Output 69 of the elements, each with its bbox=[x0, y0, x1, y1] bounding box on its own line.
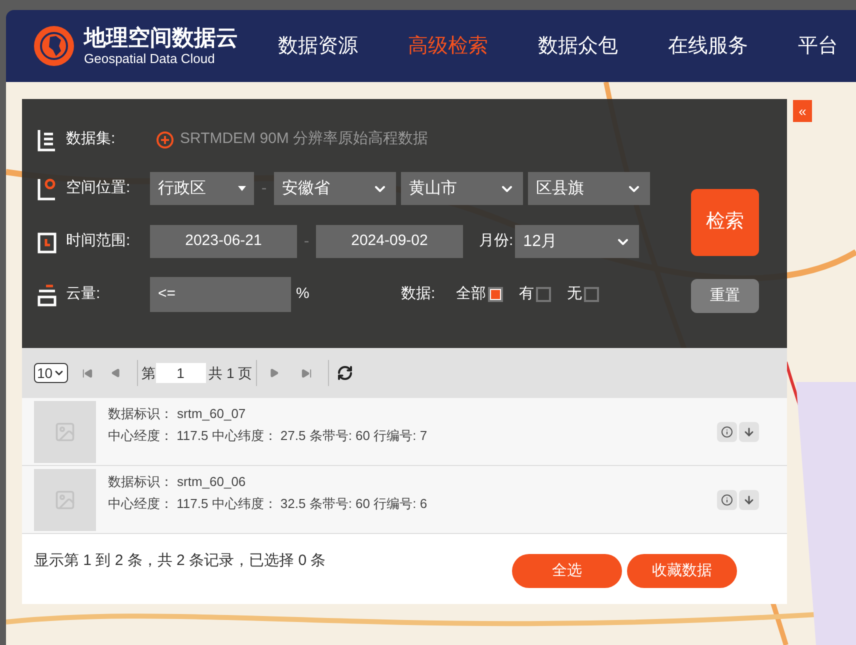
region-type-select[interactable]: 行政区 bbox=[150, 172, 254, 205]
info-icon bbox=[721, 426, 733, 438]
next-page-icon[interactable] bbox=[269, 368, 280, 378]
refresh-icon[interactable] bbox=[337, 365, 354, 381]
cloud-field[interactable]: <= bbox=[150, 277, 291, 312]
data-details: 中心经度： 117.5 中心纬度： 32.5 条带号: 60 行编号: 6 bbox=[108, 494, 428, 512]
map-pin-icon bbox=[36, 176, 58, 200]
dataset-name: SRTMDEM 90M 分辨率原始高程数据 bbox=[180, 129, 428, 150]
first-page-icon[interactable] bbox=[82, 368, 93, 378]
add-circle-icon bbox=[156, 130, 174, 148]
download-button[interactable] bbox=[739, 422, 759, 442]
nav-link[interactable]: 高级检索 bbox=[408, 31, 488, 61]
start-date-field[interactable]: 2023-06-21 bbox=[150, 225, 297, 258]
nav-link[interactable]: 数据众包 bbox=[538, 31, 618, 61]
dropdown-select[interactable]: 黄山市 bbox=[401, 172, 523, 205]
info-button[interactable] bbox=[717, 422, 737, 442]
nav-link[interactable]: 平台 bbox=[798, 31, 838, 61]
end-date-field[interactable]: 2024-09-02 bbox=[316, 225, 463, 258]
page-count: 共 1 页 bbox=[208, 364, 252, 382]
last-page-icon[interactable] bbox=[301, 368, 312, 378]
download-icon bbox=[743, 426, 755, 438]
percent-unit: % bbox=[296, 284, 310, 304]
result-row[interactable]: 数据标识： srtm_60_07 中心经度： 117.5 中心纬度： 27.5 条带号: 60 行编号: 7 bbox=[22, 398, 787, 466]
month-label: 月份: bbox=[479, 231, 514, 252]
image-icon bbox=[54, 420, 76, 442]
data-details: 中心经度： 117.5 中心纬度： 27.5 条带号: 60 行编号: 7 bbox=[108, 426, 428, 444]
page-prefix: 第 bbox=[142, 364, 156, 382]
checkbox[interactable] bbox=[488, 287, 503, 302]
data-id: srtm_60_07 bbox=[177, 405, 246, 423]
result-summary: 显示第 1 到 2 条，共 2 条记录，已选择 0 条 bbox=[34, 551, 326, 571]
dropdown-select[interactable]: 安徽省 bbox=[274, 172, 396, 205]
logo-title: 地理空间数据云 bbox=[84, 25, 238, 51]
separator: - bbox=[302, 232, 310, 252]
id-label: 数据标识： bbox=[108, 473, 173, 491]
checkbox[interactable] bbox=[584, 287, 599, 302]
filter-checkbox[interactable]: 无 bbox=[567, 283, 599, 306]
filter-checkbox[interactable]: 全部 bbox=[456, 283, 503, 306]
info-icon bbox=[721, 494, 733, 506]
checkbox[interactable] bbox=[536, 287, 551, 302]
triangle-icon bbox=[238, 186, 246, 191]
data-filter-label: 数据: bbox=[401, 284, 436, 304]
logo-subtitle: Geospatial Data Cloud bbox=[84, 51, 216, 67]
reset-button[interactable]: 重置 bbox=[691, 279, 759, 313]
dropdown-select[interactable]: 区县旗 bbox=[528, 172, 650, 205]
page-size-select[interactable]: 10 bbox=[34, 363, 68, 383]
action-button[interactable]: 全选 bbox=[512, 554, 622, 588]
download-icon bbox=[743, 494, 755, 506]
separator: - bbox=[260, 178, 268, 198]
nav-link[interactable]: 数据资源 bbox=[278, 31, 358, 61]
field-label: 数据集: bbox=[66, 129, 116, 150]
dropdown-select[interactable]: 12月 bbox=[515, 225, 640, 258]
filter-checkbox[interactable]: 有 bbox=[519, 283, 551, 306]
nav-link[interactable]: 在线服务 bbox=[668, 31, 748, 61]
page-number-field[interactable]: 1 bbox=[156, 363, 206, 383]
field-label: 时间范围: bbox=[66, 231, 130, 252]
collapse-button[interactable]: « bbox=[793, 100, 812, 122]
download-button[interactable] bbox=[739, 490, 759, 510]
field-label: 空间位置: bbox=[66, 178, 130, 198]
field-label: 云量: bbox=[66, 284, 100, 304]
id-label: 数据标识： bbox=[108, 405, 173, 423]
result-row[interactable]: 数据标识： srtm_60_06 中心经度： 117.5 中心纬度： 32.5 条带号: 60 行编号: 6 bbox=[22, 466, 787, 534]
previous-page-icon[interactable] bbox=[110, 368, 121, 378]
action-button[interactable]: 收藏数据 bbox=[627, 554, 737, 588]
search-button[interactable]: 检索 bbox=[691, 189, 759, 256]
info-button[interactable] bbox=[717, 490, 737, 510]
data-id: srtm_60_06 bbox=[177, 473, 246, 491]
image-icon bbox=[54, 488, 76, 510]
cloud-list-icon bbox=[36, 282, 58, 306]
list-icon bbox=[36, 128, 58, 152]
